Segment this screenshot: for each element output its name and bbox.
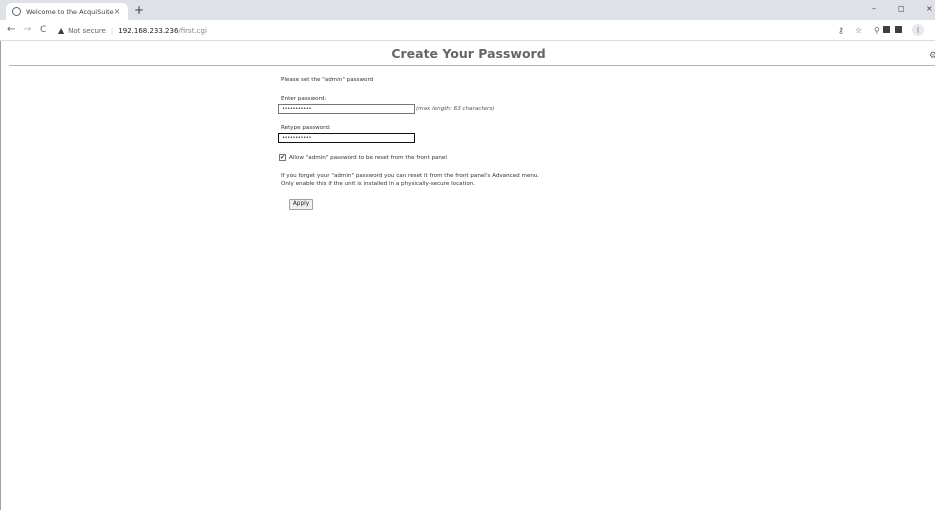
browser-tab[interactable]: Welcome to the AcquiSuite × <box>6 3 128 20</box>
tab-close-icon[interactable]: × <box>114 7 121 16</box>
address-bar: ← → C ▲ Not secure | 192.168.233.236 /fi… <box>0 20 935 41</box>
info-line-1: If you forget your "admin" password you … <box>281 173 540 179</box>
maximize-icon[interactable]: ◻ <box>898 4 905 13</box>
key-icon[interactable]: ⚷ <box>838 26 844 35</box>
url-field[interactable]: ▲ Not secure | 192.168.233.236 /first.cg… <box>58 23 818 38</box>
enter-password-label: Enter password: <box>281 96 327 102</box>
close-window-icon[interactable]: × <box>926 4 933 13</box>
profile-icon[interactable] <box>912 24 924 36</box>
url-path: /first.cgi <box>178 26 207 35</box>
apply-button[interactable]: Apply <box>289 199 313 210</box>
extension-icon[interactable] <box>883 26 890 33</box>
page-title: Create Your Password <box>391 46 546 61</box>
star-icon[interactable]: ☆ <box>855 26 862 35</box>
pin-icon[interactable]: ⚲ <box>874 26 880 35</box>
settings-icon[interactable]: ⚙ <box>929 51 935 61</box>
enter-password-field[interactable]: ••••••••••• <box>278 104 415 114</box>
max-length-hint: (max length: 63 characters) <box>416 106 495 112</box>
page-viewport: Create Your Password ⚙ Please set the "a… <box>0 41 935 510</box>
puzzle-icon[interactable] <box>895 26 902 33</box>
tab-title: Welcome to the AcquiSuite <box>26 7 114 16</box>
minimize-icon[interactable]: – <box>872 4 876 13</box>
allow-reset-label[interactable]: Allow "admin" password to be reset from … <box>289 155 447 161</box>
retype-password-label: Retype password: <box>281 125 331 131</box>
title-divider <box>9 65 935 66</box>
info-line-2: Only enable this if the unit is installe… <box>281 181 476 187</box>
allow-reset-checkbox[interactable]: ✔ <box>279 154 286 161</box>
intro-text: Please set the "admin" password <box>281 77 374 83</box>
forward-icon[interactable]: → <box>23 25 31 35</box>
reload-icon[interactable]: C <box>40 25 46 35</box>
new-tab-button[interactable]: + <box>134 3 144 17</box>
omnibox-divider: | <box>110 26 114 35</box>
back-icon[interactable]: ← <box>7 25 15 35</box>
url-host: 192.168.233.236 <box>118 26 179 35</box>
not-secure-label[interactable]: Not secure <box>68 27 106 35</box>
globe-icon <box>12 7 21 16</box>
retype-password-field[interactable]: ••••••••••• <box>278 133 415 143</box>
warning-icon: ▲ <box>58 26 65 35</box>
tab-strip: Welcome to the AcquiSuite × + – ◻ × <box>0 0 935 20</box>
